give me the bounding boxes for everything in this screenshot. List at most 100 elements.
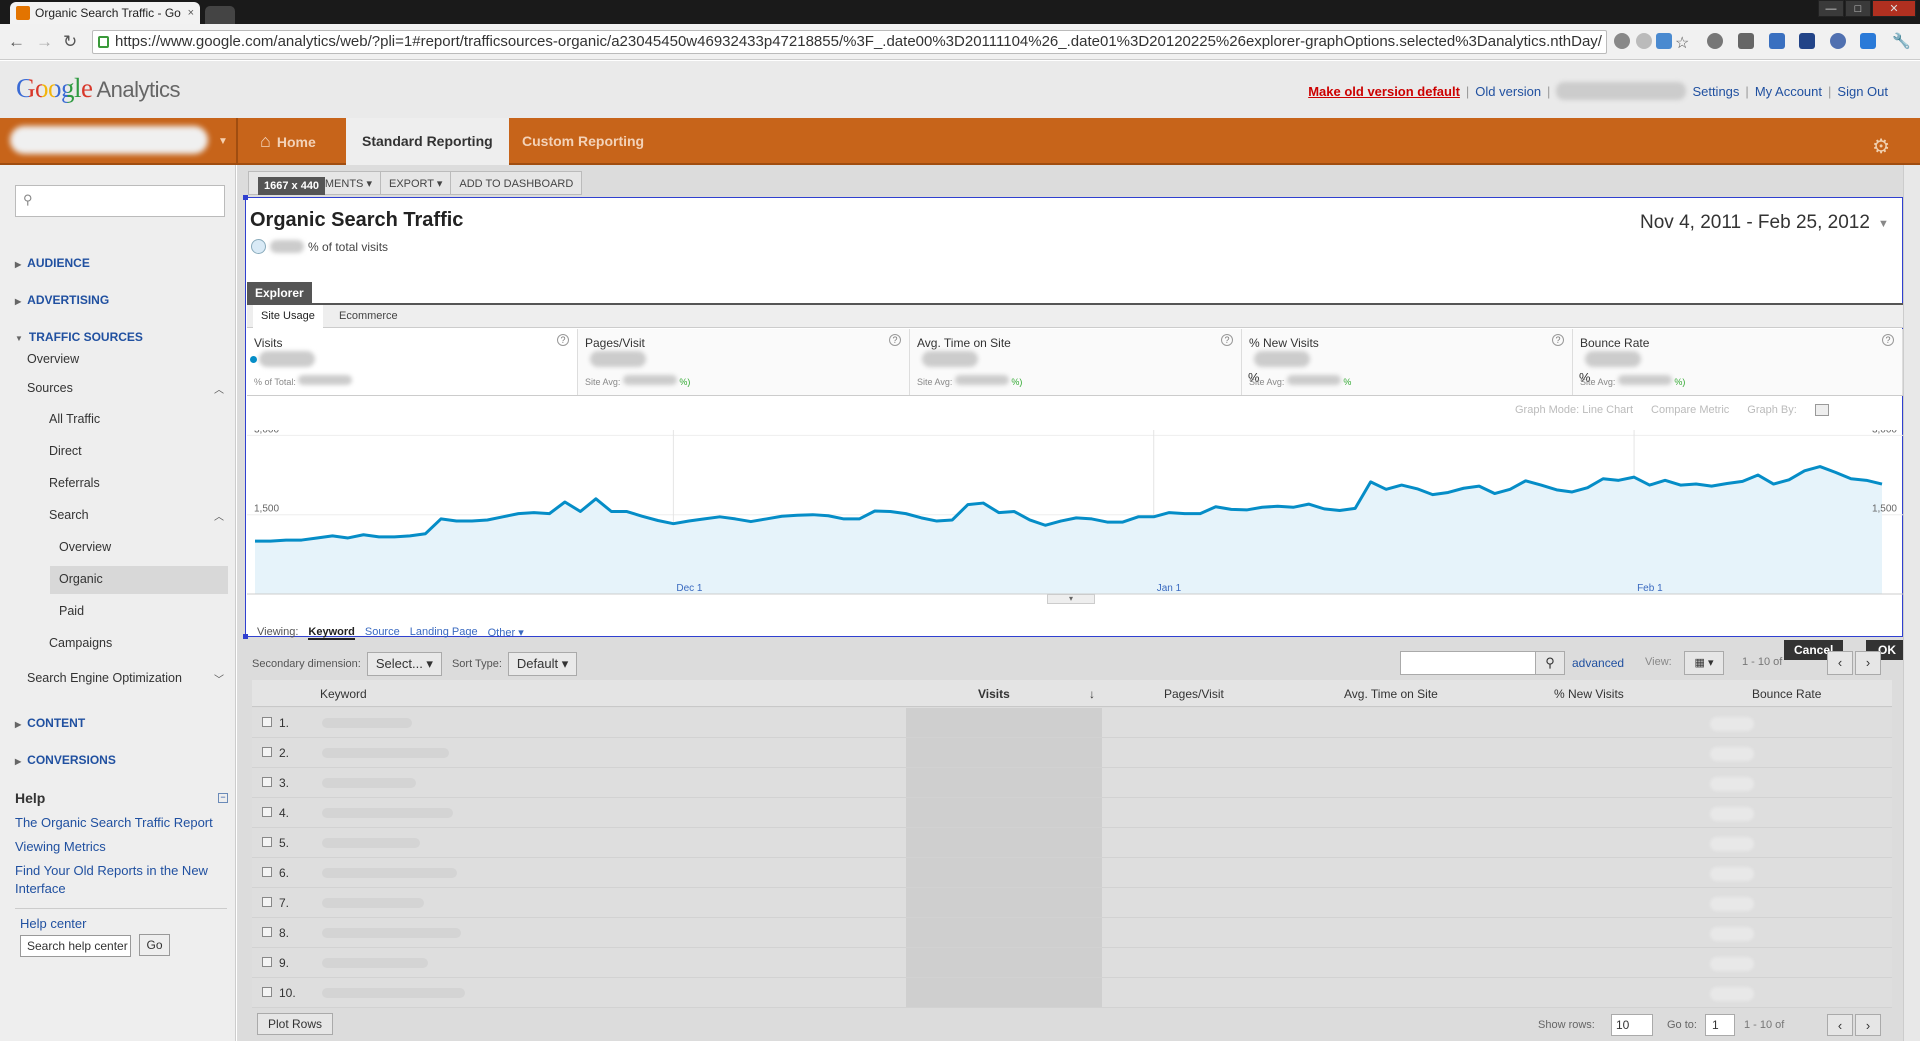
dimension-other[interactable]: Other ▾ — [488, 626, 524, 640]
table-row[interactable]: 7. — [252, 888, 1892, 918]
graph-mode-label[interactable]: Graph Mode: Line Chart — [1515, 404, 1633, 416]
back-icon[interactable]: ← — [8, 32, 25, 52]
tab-custom-reporting[interactable]: Custom Reporting — [506, 118, 660, 165]
row-checkbox[interactable] — [262, 837, 272, 847]
metric-tile[interactable]: Pages/Visit? Site Avg: %) — [578, 329, 910, 395]
minimize-icon[interactable]: — — [1818, 0, 1844, 17]
col-bounce-rate[interactable]: Bounce Rate — [1752, 687, 1821, 701]
chevron-down-icon[interactable]: ﹀ — [214, 671, 224, 686]
visits-line-chart[interactable]: 3,000 1,500 3,000 1,500 Dec 1 Jan 1 Feb 1 — [247, 430, 1903, 600]
export-button[interactable]: EXPORT ▾ — [379, 171, 452, 195]
table-row[interactable]: 1. — [252, 708, 1892, 738]
extension-icon[interactable] — [1830, 33, 1846, 49]
sidebar-item-search-overview[interactable]: Overview — [59, 540, 111, 554]
calendar-icon[interactable] — [1814, 404, 1829, 416]
metric-tile[interactable]: Avg. Time on Site? Site Avg: %) — [910, 329, 1242, 395]
keyword-cell-redacted[interactable] — [322, 748, 449, 758]
sidebar-item-seo[interactable]: Search Engine Optimization — [27, 671, 182, 685]
row-checkbox[interactable] — [262, 777, 272, 787]
help-go-button[interactable]: Go — [139, 934, 170, 956]
sidebar-item-advertising[interactable]: ▶ ADVERTISING — [15, 293, 109, 307]
dimension-source[interactable]: Source — [365, 626, 400, 640]
maximize-icon[interactable]: □ — [1845, 0, 1871, 17]
table-search-input[interactable] — [1400, 651, 1536, 675]
advanced-filter-link[interactable]: advanced — [1572, 656, 1624, 670]
extension-icon[interactable] — [1860, 33, 1876, 49]
extension-icon[interactable] — [1614, 33, 1630, 49]
extension-icon[interactable] — [1799, 33, 1815, 49]
gear-icon[interactable]: ⚙ — [1872, 134, 1890, 159]
help-search-input[interactable]: Search help center — [20, 935, 131, 957]
sign-out-link[interactable]: Sign Out — [1837, 84, 1888, 99]
table-row[interactable]: 4. — [252, 798, 1892, 828]
dimension-keyword[interactable]: Keyword — [308, 626, 355, 640]
col-avg-time[interactable]: Avg. Time on Site — [1344, 687, 1438, 701]
keyword-cell-redacted[interactable] — [322, 958, 428, 968]
new-tab-button[interactable] — [205, 6, 235, 24]
chevron-down-icon[interactable]: ▼ — [1878, 218, 1889, 230]
add-to-dashboard-button[interactable]: ADD TO DASHBOARD — [450, 171, 583, 195]
sidebar-item-search[interactable]: Search — [49, 508, 89, 522]
resize-handle[interactable] — [243, 195, 248, 200]
extension-icon[interactable] — [1738, 33, 1754, 49]
help-link[interactable]: Find Your Old Reports in the New Interfa… — [15, 862, 225, 898]
reload-icon[interactable]: ↻ — [63, 32, 77, 52]
sidebar-item-paid[interactable]: Paid — [59, 604, 84, 618]
metric-tile[interactable]: Visits? % of Total: — [247, 329, 578, 395]
collapse-help-icon[interactable]: − — [218, 793, 228, 803]
sidebar-item-audience[interactable]: ▶ AUDIENCE — [15, 256, 90, 270]
settings-link[interactable]: Settings — [1692, 84, 1739, 99]
extension-icon[interactable] — [1656, 33, 1672, 49]
table-row[interactable]: 8. — [252, 918, 1892, 948]
dimension-landing-page[interactable]: Landing Page — [410, 626, 478, 640]
metric-tile[interactable]: % New Visits?% Site Avg: % — [1242, 329, 1573, 395]
plot-rows-button[interactable]: Plot Rows — [257, 1013, 334, 1035]
date-range-selector[interactable]: Nov 4, 2011 - Feb 25, 2012 — [1640, 212, 1870, 234]
help-icon[interactable]: ? — [1882, 334, 1894, 346]
sort-down-icon[interactable]: ↓ — [1089, 687, 1095, 701]
col-keyword[interactable]: Keyword — [320, 687, 367, 701]
table-row[interactable]: 5. — [252, 828, 1892, 858]
sidebar-item-conversions[interactable]: ▶ CONVERSIONS — [15, 753, 116, 767]
wrench-icon[interactable]: 🔧 — [1892, 32, 1911, 50]
row-checkbox[interactable] — [262, 717, 272, 727]
extension-icon[interactable] — [1707, 33, 1723, 49]
tab-standard-reporting[interactable]: Standard Reporting — [346, 118, 509, 165]
search-icon[interactable]: ⚲ — [1535, 651, 1565, 675]
tab-explorer[interactable]: Explorer — [247, 282, 312, 304]
help-center-link[interactable]: Help center — [20, 916, 86, 931]
chevron-up-icon[interactable]: ︿ — [214, 508, 224, 523]
help-icon[interactable]: ? — [889, 334, 901, 346]
help-link[interactable]: The Organic Search Traffic Report — [15, 814, 225, 832]
sort-type-select[interactable]: Default ▾ — [507, 651, 578, 676]
sidebar-item-organic[interactable]: Organic — [59, 572, 103, 586]
row-checkbox[interactable] — [262, 927, 272, 937]
row-checkbox[interactable] — [262, 897, 272, 907]
compare-metric-button[interactable]: Compare Metric — [1651, 404, 1729, 416]
next-page-icon[interactable]: › — [1855, 1014, 1881, 1036]
show-rows-select[interactable]: 10 — [1611, 1014, 1653, 1036]
table-row[interactable]: 6. — [252, 858, 1892, 888]
close-window-icon[interactable]: ✕ — [1872, 0, 1916, 17]
keyword-cell-redacted[interactable] — [322, 868, 457, 878]
tab-ecommerce[interactable]: Ecommerce — [331, 305, 406, 328]
prev-page-icon[interactable]: ‹ — [1827, 651, 1853, 675]
col-visits[interactable]: Visits — [978, 687, 1010, 701]
tab-close-icon[interactable]: × — [188, 7, 194, 19]
sidebar-item-direct[interactable]: Direct — [49, 444, 82, 458]
help-link[interactable]: Viewing Metrics — [15, 838, 225, 856]
chevron-up-icon[interactable]: ︿ — [214, 381, 224, 396]
keyword-cell-redacted[interactable] — [322, 988, 465, 998]
extension-icon[interactable] — [1636, 33, 1652, 49]
keyword-cell-redacted[interactable] — [322, 778, 416, 788]
old-version-link[interactable]: Old version — [1475, 84, 1541, 99]
goto-input[interactable]: 1 — [1705, 1014, 1735, 1036]
sidebar-item-all-traffic[interactable]: All Traffic — [49, 412, 100, 426]
table-row[interactable]: 9. — [252, 948, 1892, 978]
forward-icon[interactable]: → — [36, 32, 53, 52]
row-checkbox[interactable] — [262, 957, 272, 967]
chart-scroll-handle-icon[interactable]: ▾ — [1047, 594, 1095, 604]
metric-tile[interactable]: Bounce Rate?% Site Avg: %) — [1573, 329, 1903, 395]
sidebar-item-overview[interactable]: Overview — [27, 352, 79, 366]
extension-icon[interactable] — [1769, 33, 1785, 49]
